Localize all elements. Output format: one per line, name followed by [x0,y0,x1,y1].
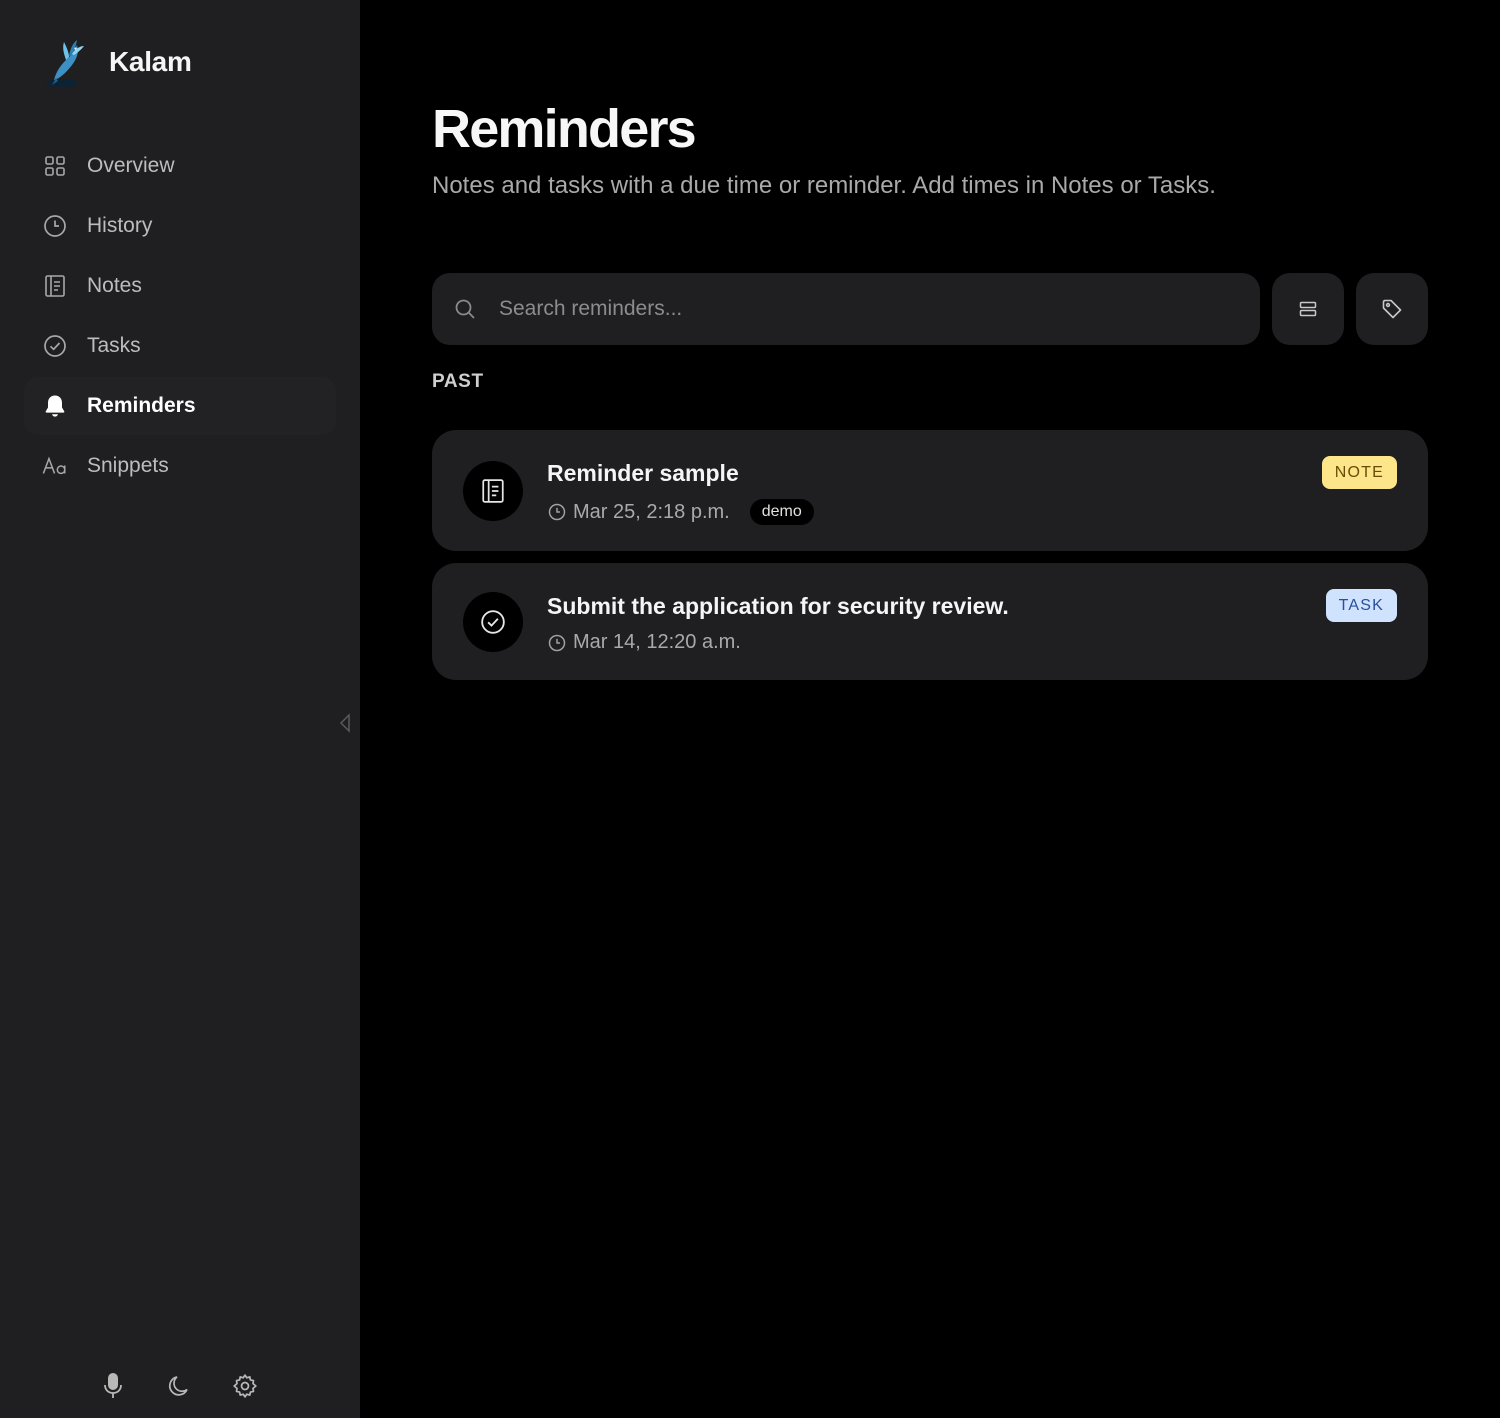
reminder-time: Mar 25, 2:18 p.m. [573,500,730,523]
view-toggle-button[interactable] [1272,273,1344,345]
reminder-card[interactable]: Submit the application for security revi… [432,563,1428,680]
clock-icon [547,633,566,652]
sidebar-bottom-tools [98,1368,260,1404]
gear-icon [233,1374,257,1398]
check-circle-icon [42,333,68,359]
sidebar-item-label: Notes [87,274,142,297]
stack-list-icon [1299,301,1317,317]
sidebar-item-history[interactable]: History [24,197,336,255]
moon-icon [168,1376,188,1396]
sidebar-item-snippets[interactable]: Snippets [24,437,336,495]
note-icon [42,273,68,299]
type-badge: TASK [1325,589,1397,622]
section-label-past: PAST [432,371,484,392]
kalam-logo-icon [46,40,84,87]
tag-filter-button[interactable] [1356,273,1428,345]
sidebar-item-label: Snippets [87,454,169,477]
note-icon [463,461,523,521]
reminder-title: Reminder sample [547,460,739,486]
microphone-icon [104,1373,122,1398]
type-badge: NOTE [1321,456,1397,489]
sidebar-item-label: Reminders [87,394,196,417]
sidebar-item-notes[interactable]: Notes [24,257,336,315]
app-name: Kalam [109,46,192,77]
main-content: Reminders Notes and tasks with a due tim… [360,0,1500,1418]
settings-button[interactable] [230,1368,260,1404]
page-title: Reminders [432,99,697,159]
search-bar [432,273,1260,345]
clock-icon [547,503,566,522]
reminder-title: Submit the application for security revi… [547,593,1009,619]
search-icon [454,298,476,320]
sidebar-item-overview[interactable]: Overview [24,137,336,195]
collapse-sidebar-handle[interactable] [336,710,354,736]
sidebar-item-label: Overview [87,154,175,177]
microphone-button[interactable] [98,1368,128,1404]
sidebar-nav: Overview History Notes Tasks Reminders S… [24,137,336,497]
sidebar-item-label: Tasks [87,334,141,357]
reminder-card[interactable]: Reminder sample Mar 25, 2:18 p.m. demo N… [432,430,1428,551]
grid-icon [42,153,68,179]
page-subtitle: Notes and tasks with a due time or remin… [432,172,1216,199]
search-input[interactable] [499,297,1199,321]
reminder-time: Mar 14, 12:20 a.m. [573,631,741,653]
sidebar-item-reminders[interactable]: Reminders [24,377,336,435]
check-circle-icon [463,592,523,652]
tag-icon [1382,299,1402,319]
reminder-meta: Mar 14, 12:20 a.m. [547,631,741,654]
sidebar: Kalam Overview History Notes Tasks Remin… [0,0,360,1418]
theme-toggle-button[interactable] [164,1368,194,1404]
clock-icon [42,213,68,239]
sidebar-item-label: History [87,214,153,237]
text-aa-icon [42,453,68,479]
bell-icon [42,393,68,419]
tag-chip[interactable]: demo [749,499,814,525]
brand[interactable]: Kalam [42,36,192,88]
sidebar-item-tasks[interactable]: Tasks [24,317,336,375]
reminder-meta: Mar 25, 2:18 p.m. demo [547,499,814,525]
chevron-left-icon [339,713,350,733]
